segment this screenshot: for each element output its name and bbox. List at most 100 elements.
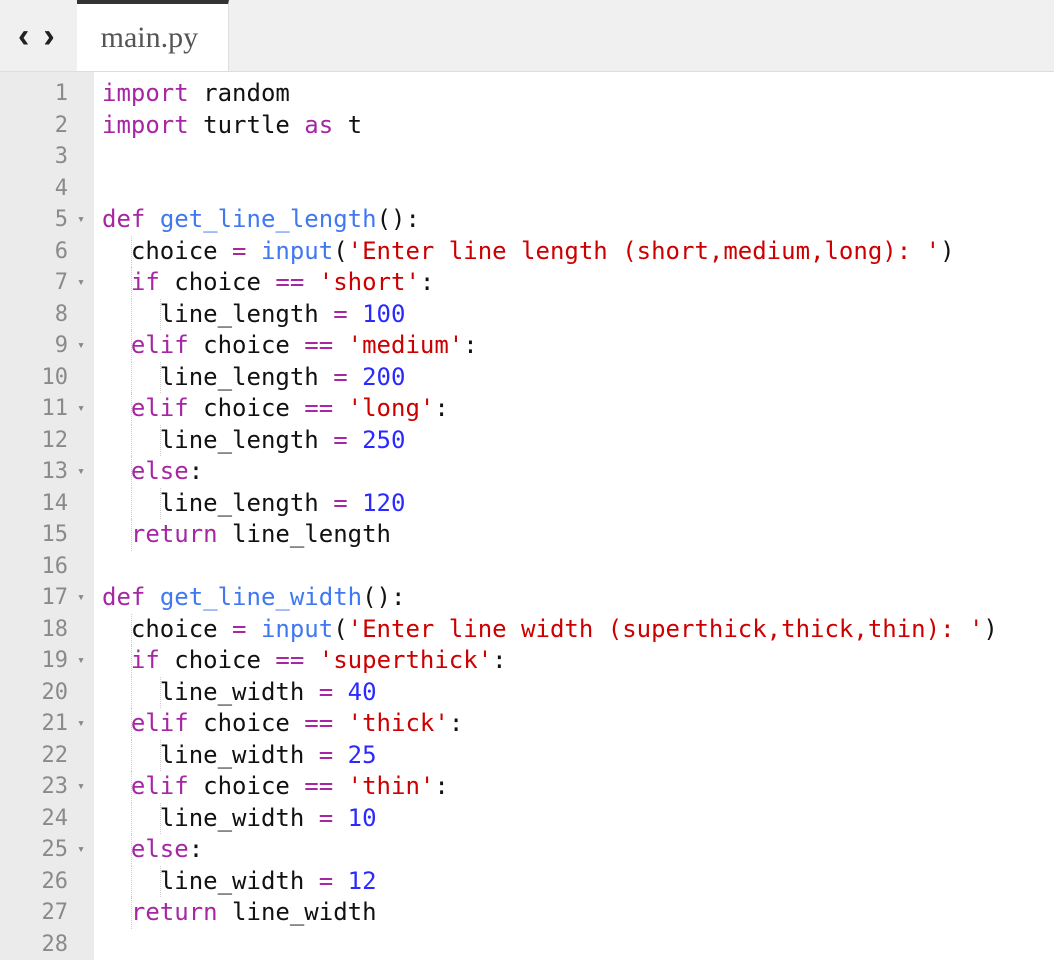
gutter-row: 23▾ [0, 771, 94, 803]
nav-forward-icon[interactable]: › [43, 19, 54, 53]
code-token: line_width [102, 804, 319, 832]
code-token: 'superthick' [319, 646, 492, 674]
code-line[interactable]: elif choice == 'thick': [102, 708, 998, 740]
code-token: (): [377, 205, 420, 233]
code-token: elif [131, 394, 189, 422]
code-token: get_line_length [160, 205, 377, 233]
code-line[interactable]: elif choice == 'long': [102, 393, 998, 425]
indent-guide [131, 614, 132, 646]
code-line[interactable]: return line_length [102, 519, 998, 551]
code-token: 100 [362, 300, 405, 328]
code-line[interactable]: elif choice == 'thin': [102, 771, 998, 803]
fold-icon[interactable]: ▾ [74, 393, 88, 425]
code-line[interactable]: choice = input('Enter line length (short… [102, 236, 998, 268]
fold-icon[interactable]: ▾ [74, 708, 88, 740]
fold-icon[interactable]: ▾ [74, 771, 88, 803]
fold-icon[interactable]: ▾ [74, 456, 88, 488]
line-number: 26 [34, 866, 74, 898]
code-token: input [261, 237, 333, 265]
code-token: : [189, 457, 203, 485]
code-line[interactable]: def get_line_length(): [102, 204, 998, 236]
line-number: 16 [34, 551, 74, 583]
code-line[interactable]: return line_width [102, 897, 998, 929]
code-token: elif [131, 709, 189, 737]
code-line[interactable]: if choice == 'superthick': [102, 645, 998, 677]
code-line[interactable]: line_width = 25 [102, 740, 998, 772]
code-line[interactable]: line_length = 120 [102, 488, 998, 520]
code-editor[interactable]: 12345▾67▾89▾1011▾1213▾14151617▾1819▾2021… [0, 72, 1054, 960]
code-line[interactable]: else: [102, 456, 998, 488]
indent-guide [160, 740, 161, 772]
code-line[interactable]: import turtle as t [102, 110, 998, 142]
code-line[interactable]: else: [102, 834, 998, 866]
indent-guide [131, 267, 132, 299]
line-number: 4 [34, 173, 74, 205]
line-number: 21 [34, 708, 74, 740]
code-token [333, 867, 347, 895]
indent-guide [131, 236, 132, 268]
code-token [247, 237, 261, 265]
code-token: def [102, 583, 145, 611]
code-token [304, 646, 318, 674]
fold-icon[interactable]: ▾ [74, 834, 88, 866]
code-line[interactable]: def get_line_width(): [102, 582, 998, 614]
code-token: turtle [189, 111, 305, 139]
code-token: choice [189, 709, 305, 737]
fold-icon[interactable]: ▾ [74, 204, 88, 236]
code-token [102, 772, 131, 800]
fold-icon[interactable]: ▾ [74, 582, 88, 614]
indent-guide [131, 771, 132, 803]
code-token [333, 804, 347, 832]
code-token: line_length [102, 300, 333, 328]
fold-icon[interactable]: ▾ [74, 645, 88, 677]
code-token: : [420, 268, 434, 296]
topbar: ‹ › main.py [0, 0, 1054, 72]
code-token: : [449, 709, 463, 737]
code-token: return [131, 520, 218, 548]
code-token: 40 [348, 678, 377, 706]
code-token [348, 489, 362, 517]
code-token: == [304, 772, 333, 800]
code-token [333, 741, 347, 769]
gutter-row: 22 [0, 740, 94, 772]
code-area[interactable]: import randomimport turtle as t def get_l… [94, 72, 998, 960]
code-line[interactable]: line_width = 12 [102, 866, 998, 898]
fold-icon[interactable]: ▾ [74, 267, 88, 299]
code-token: t [333, 111, 362, 139]
code-line[interactable]: elif choice == 'medium': [102, 330, 998, 362]
code-line[interactable]: choice = input('Enter line width (supert… [102, 614, 998, 646]
code-token: elif [131, 772, 189, 800]
code-token: = [319, 804, 333, 832]
tab-file[interactable]: main.py [77, 0, 230, 71]
code-line[interactable]: line_width = 10 [102, 803, 998, 835]
code-token: ( [333, 615, 347, 643]
nav-back-icon[interactable]: ‹ [18, 19, 29, 53]
code-line[interactable] [102, 173, 998, 205]
code-token: choice [160, 646, 276, 674]
code-line[interactable] [102, 551, 998, 583]
code-token: 25 [348, 741, 377, 769]
indent-guide [131, 803, 132, 835]
code-token: : [189, 835, 203, 863]
code-line[interactable]: line_length = 200 [102, 362, 998, 394]
code-line[interactable]: line_length = 100 [102, 299, 998, 331]
fold-icon[interactable]: ▾ [74, 330, 88, 362]
code-token [145, 583, 159, 611]
line-number: 9 [34, 330, 74, 362]
line-number: 25 [34, 834, 74, 866]
gutter-row: 4 [0, 173, 94, 205]
code-line[interactable] [102, 929, 998, 961]
code-line[interactable] [102, 141, 998, 173]
code-token: choice [102, 237, 232, 265]
line-number: 11 [34, 393, 74, 425]
code-line[interactable]: line_width = 40 [102, 677, 998, 709]
gutter-row: 1 [0, 78, 94, 110]
line-number: 3 [34, 141, 74, 173]
code-line[interactable]: import random [102, 78, 998, 110]
code-line[interactable]: line_length = 250 [102, 425, 998, 457]
indent-guide [131, 488, 132, 520]
code-line[interactable]: if choice == 'short': [102, 267, 998, 299]
indent-guide [131, 708, 132, 740]
code-token: = [333, 363, 347, 391]
code-token: : [492, 646, 506, 674]
